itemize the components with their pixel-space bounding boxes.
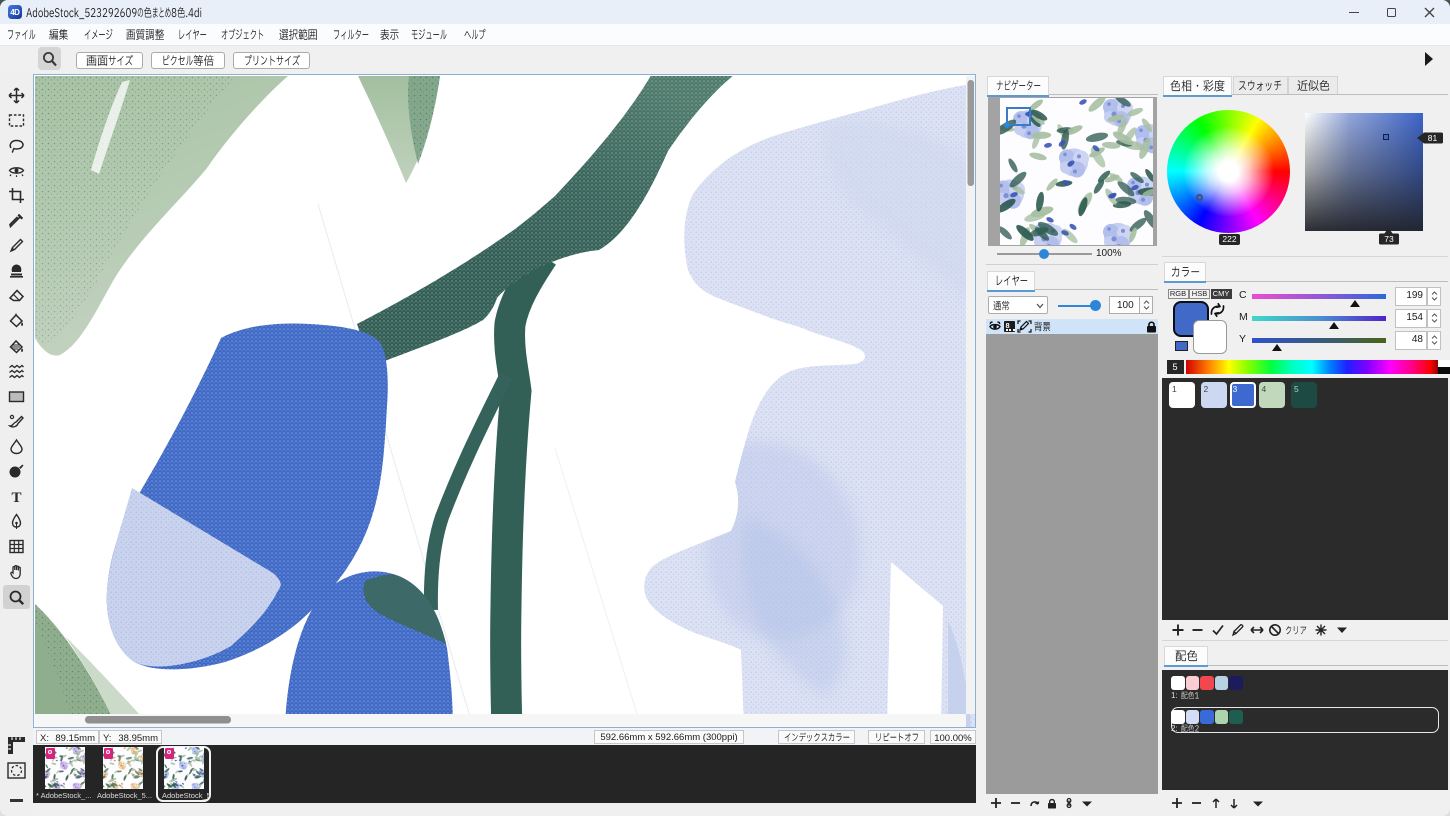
svg-text:73: 73 — [1384, 234, 1394, 244]
svg-text:81: 81 — [1428, 133, 1438, 143]
svg-text:T: T — [11, 490, 21, 505]
